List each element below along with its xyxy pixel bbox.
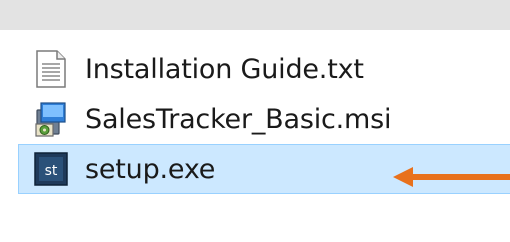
file-name: SalesTracker_Basic.msi (85, 103, 392, 135)
setup-icon-text: st (45, 163, 58, 179)
setup-exe-icon: st (33, 150, 69, 188)
file-item-installation-guide[interactable]: Installation Guide.txt (18, 44, 510, 94)
text-document-icon (33, 50, 69, 88)
file-name: Installation Guide.txt (85, 53, 364, 85)
orange-arrow-icon (393, 167, 510, 187)
file-name: setup.exe (85, 153, 216, 185)
toolbar-band (0, 0, 510, 30)
installer-package-icon (33, 100, 69, 138)
file-item-salestracker-msi[interactable]: SalesTracker_Basic.msi (18, 94, 510, 144)
